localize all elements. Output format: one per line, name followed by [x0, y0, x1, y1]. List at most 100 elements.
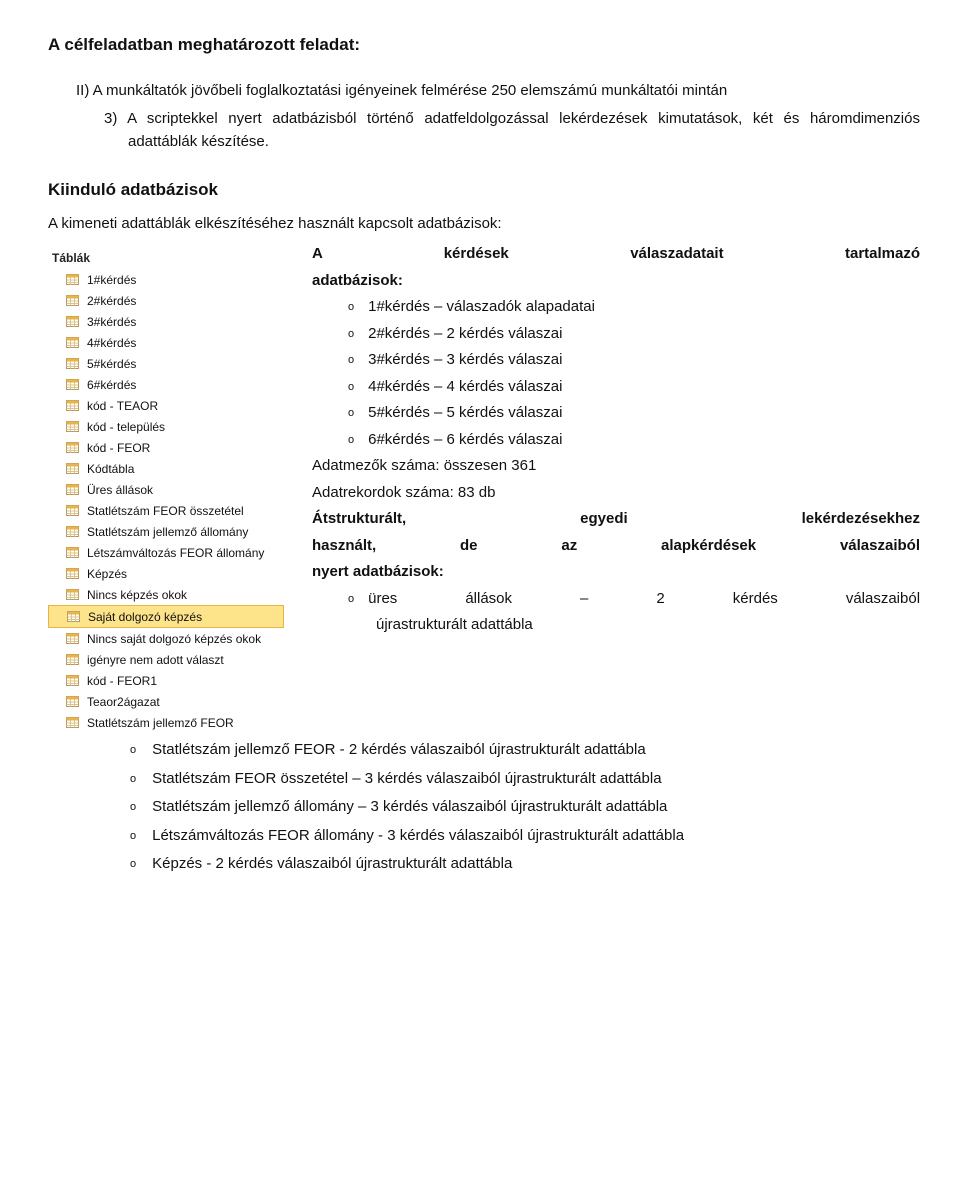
sidebar-item-label: Képzés: [87, 565, 127, 583]
list-item-label: üres állások – 2 kérdés válaszaiból: [368, 588, 920, 611]
two-column-layout: Táblák 1#kérdés2#kérdés 3#kérdés 4#kérdés 5…: [48, 243, 920, 733]
list-item-label: Statlétszám jellemző állomány – 3 kérdés…: [152, 796, 920, 819]
restructured-heading-line1: Átstrukturált, egyedi lekérdezésekhez: [312, 508, 920, 531]
bullet-icon: o: [130, 739, 136, 762]
list-item-label: 2#kérdés – 2 kérdés válaszai: [368, 323, 562, 346]
sidebar-item[interactable]: 2#kérdés: [48, 290, 284, 311]
sidebar-item[interactable]: Nincs képzés okok: [48, 584, 284, 605]
list-item: o Statlétszám jellemző állomány – 3 kérdé…: [48, 796, 920, 819]
list-item: o Képzés - 2 kérdés válaszaiból újrastruk…: [48, 853, 920, 876]
sidebar-item[interactable]: igényre nem adott választ: [48, 649, 284, 670]
sidebar-item[interactable]: 3#kérdés: [48, 311, 284, 332]
right-column: A kérdések válaszadatait tartalmazó adat…: [284, 243, 920, 641]
sidebar-item[interactable]: 4#kérdés: [48, 332, 284, 353]
list-item-label: Statlétszám jellemző FEOR - 2 kérdés vál…: [152, 739, 920, 762]
restructured-heading-line3: nyert adatbázisok:: [312, 561, 920, 584]
table-icon: [66, 633, 79, 644]
section-intro: A kimeneti adattáblák elkészítéséhez has…: [48, 213, 920, 236]
table-icon: [66, 675, 79, 686]
list-item-label: 1#kérdés – válaszadók alapadatai: [368, 296, 595, 319]
sidebar-item-label: kód - település: [87, 418, 165, 436]
sidebar-item-label: kód - FEOR: [87, 439, 150, 457]
table-icon: [66, 316, 79, 327]
sidebar-item-label: 4#kérdés: [87, 334, 136, 352]
sidebar-item[interactable]: Saját dolgozó képzés: [48, 605, 284, 628]
table-icon: [66, 358, 79, 369]
list-item-label: Statlétszám FEOR összetétel – 3 kérdés v…: [152, 768, 920, 791]
list-item: o Statlétszám jellemző FEOR - 2 kérdés vá…: [48, 739, 920, 762]
sidebar-item[interactable]: Nincs saját dolgozó képzés okok: [48, 628, 284, 649]
sidebar-item-label: 1#kérdés: [87, 271, 136, 289]
list-item-label: Képzés - 2 kérdés válaszaiból újrastrukt…: [152, 853, 920, 876]
sidebar-item-label: kód - FEOR1: [87, 672, 157, 690]
list-item-continuation: újrastrukturált adattábla: [312, 614, 920, 637]
sidebar-item[interactable]: Kódtábla: [48, 458, 284, 479]
table-icon: [66, 484, 79, 495]
bullet-icon: o: [348, 323, 354, 346]
sidebar-item[interactable]: Statlétszám jellemző FEOR: [48, 712, 284, 733]
bullet-icon: o: [130, 768, 136, 791]
sidebar-item[interactable]: Üres állások: [48, 479, 284, 500]
bullet-icon: o: [130, 825, 136, 848]
sidebar-item[interactable]: kód - FEOR1: [48, 670, 284, 691]
table-icon: [66, 717, 79, 728]
list-item-label: 3#kérdés – 3 kérdés válaszai: [368, 349, 562, 372]
sidebar-item[interactable]: kód - FEOR: [48, 437, 284, 458]
section-heading: Kiinduló adatbázisok: [48, 177, 920, 203]
sidebar-item-label: Statlétszám FEOR összetétel: [87, 502, 244, 520]
tables-panel-title: Táblák: [48, 247, 284, 269]
list-item-label: Létszámváltozás FEOR állomány - 3 kérdés…: [152, 825, 920, 848]
sidebar-item[interactable]: 6#kérdés: [48, 374, 284, 395]
sidebar-item-label: kód - TEAOR: [87, 397, 158, 415]
tables-panel: Táblák 1#kérdés2#kérdés 3#kérdés 4#kérdés 5…: [48, 243, 284, 733]
table-icon: [66, 379, 79, 390]
sidebar-item[interactable]: Statlétszám FEOR összetétel: [48, 500, 284, 521]
sidebar-item-label: igényre nem adott választ: [87, 651, 224, 669]
sidebar-item-label: 6#kérdés: [87, 376, 136, 394]
sidebar-item[interactable]: Képzés: [48, 563, 284, 584]
sidebar-item-label: 3#kérdés: [87, 313, 136, 331]
list-item-label: 5#kérdés – 5 kérdés válaszai: [368, 402, 562, 425]
sidebar-item[interactable]: kód - település: [48, 416, 284, 437]
sidebar-item-label: Üres állások: [87, 481, 153, 499]
sidebar-item-label: Nincs saját dolgozó képzés okok: [87, 630, 261, 648]
records-count: Adatrekordok száma: 83 db: [312, 482, 920, 505]
list-item: o 2#kérdés – 2 kérdés válaszai: [312, 323, 920, 346]
bullet-icon: o: [348, 588, 354, 611]
table-icon: [66, 547, 79, 558]
answers-heading-line1: A kérdések válaszadatait tartalmazó: [312, 243, 920, 266]
list-item: o üres állások – 2 kérdés válaszaiból: [312, 588, 920, 611]
sidebar-item-label: 5#kérdés: [87, 355, 136, 373]
table-icon: [66, 696, 79, 707]
bullet-icon: o: [348, 376, 354, 399]
sidebar-item-label: Létszámváltozás FEOR állomány: [87, 544, 264, 562]
bullet-icon: o: [348, 349, 354, 372]
table-icon: [66, 442, 79, 453]
sidebar-item[interactable]: Létszámváltozás FEOR állomány: [48, 542, 284, 563]
table-icon: [66, 505, 79, 516]
bullet-icon: o: [130, 796, 136, 819]
bullet-icon: o: [348, 296, 354, 319]
list-item: o5#kérdés – 5 kérdés válaszai: [312, 402, 920, 425]
sidebar-item[interactable]: 5#kérdés: [48, 353, 284, 374]
bullet-icon: o: [130, 853, 136, 876]
answers-heading-line2: adatbázisok:: [312, 270, 920, 293]
list-item-label: 6#kérdés – 6 kérdés válaszai: [368, 429, 562, 452]
sidebar-item[interactable]: Statlétszám jellemző állomány: [48, 521, 284, 542]
sidebar-item-label: Nincs képzés okok: [87, 586, 187, 604]
list-item: o 3#kérdés – 3 kérdés válaszai: [312, 349, 920, 372]
list-item: o 4#kérdés – 4 kérdés válaszai: [312, 376, 920, 399]
list-item: o Statlétszám FEOR összetétel – 3 kérdés …: [48, 768, 920, 791]
table-icon: [66, 337, 79, 348]
page-title: A célfeladatban meghatározott feladat:: [48, 32, 920, 58]
table-icon: [66, 589, 79, 600]
list-item: o 1#kérdés – válaszadók alapadatai: [312, 296, 920, 319]
sidebar-item[interactable]: 1#kérdés: [48, 269, 284, 290]
list-item-label: 4#kérdés – 4 kérdés válaszai: [368, 376, 562, 399]
sidebar-item[interactable]: kód - TEAOR: [48, 395, 284, 416]
bullet-icon: o: [348, 429, 354, 452]
sidebar-item[interactable]: Teaor2ágazat: [48, 691, 284, 712]
fields-count: Adatmezők száma: összesen 361: [312, 455, 920, 478]
sidebar-item-label: Statlétszám jellemző állomány: [87, 523, 248, 541]
table-icon: [66, 295, 79, 306]
